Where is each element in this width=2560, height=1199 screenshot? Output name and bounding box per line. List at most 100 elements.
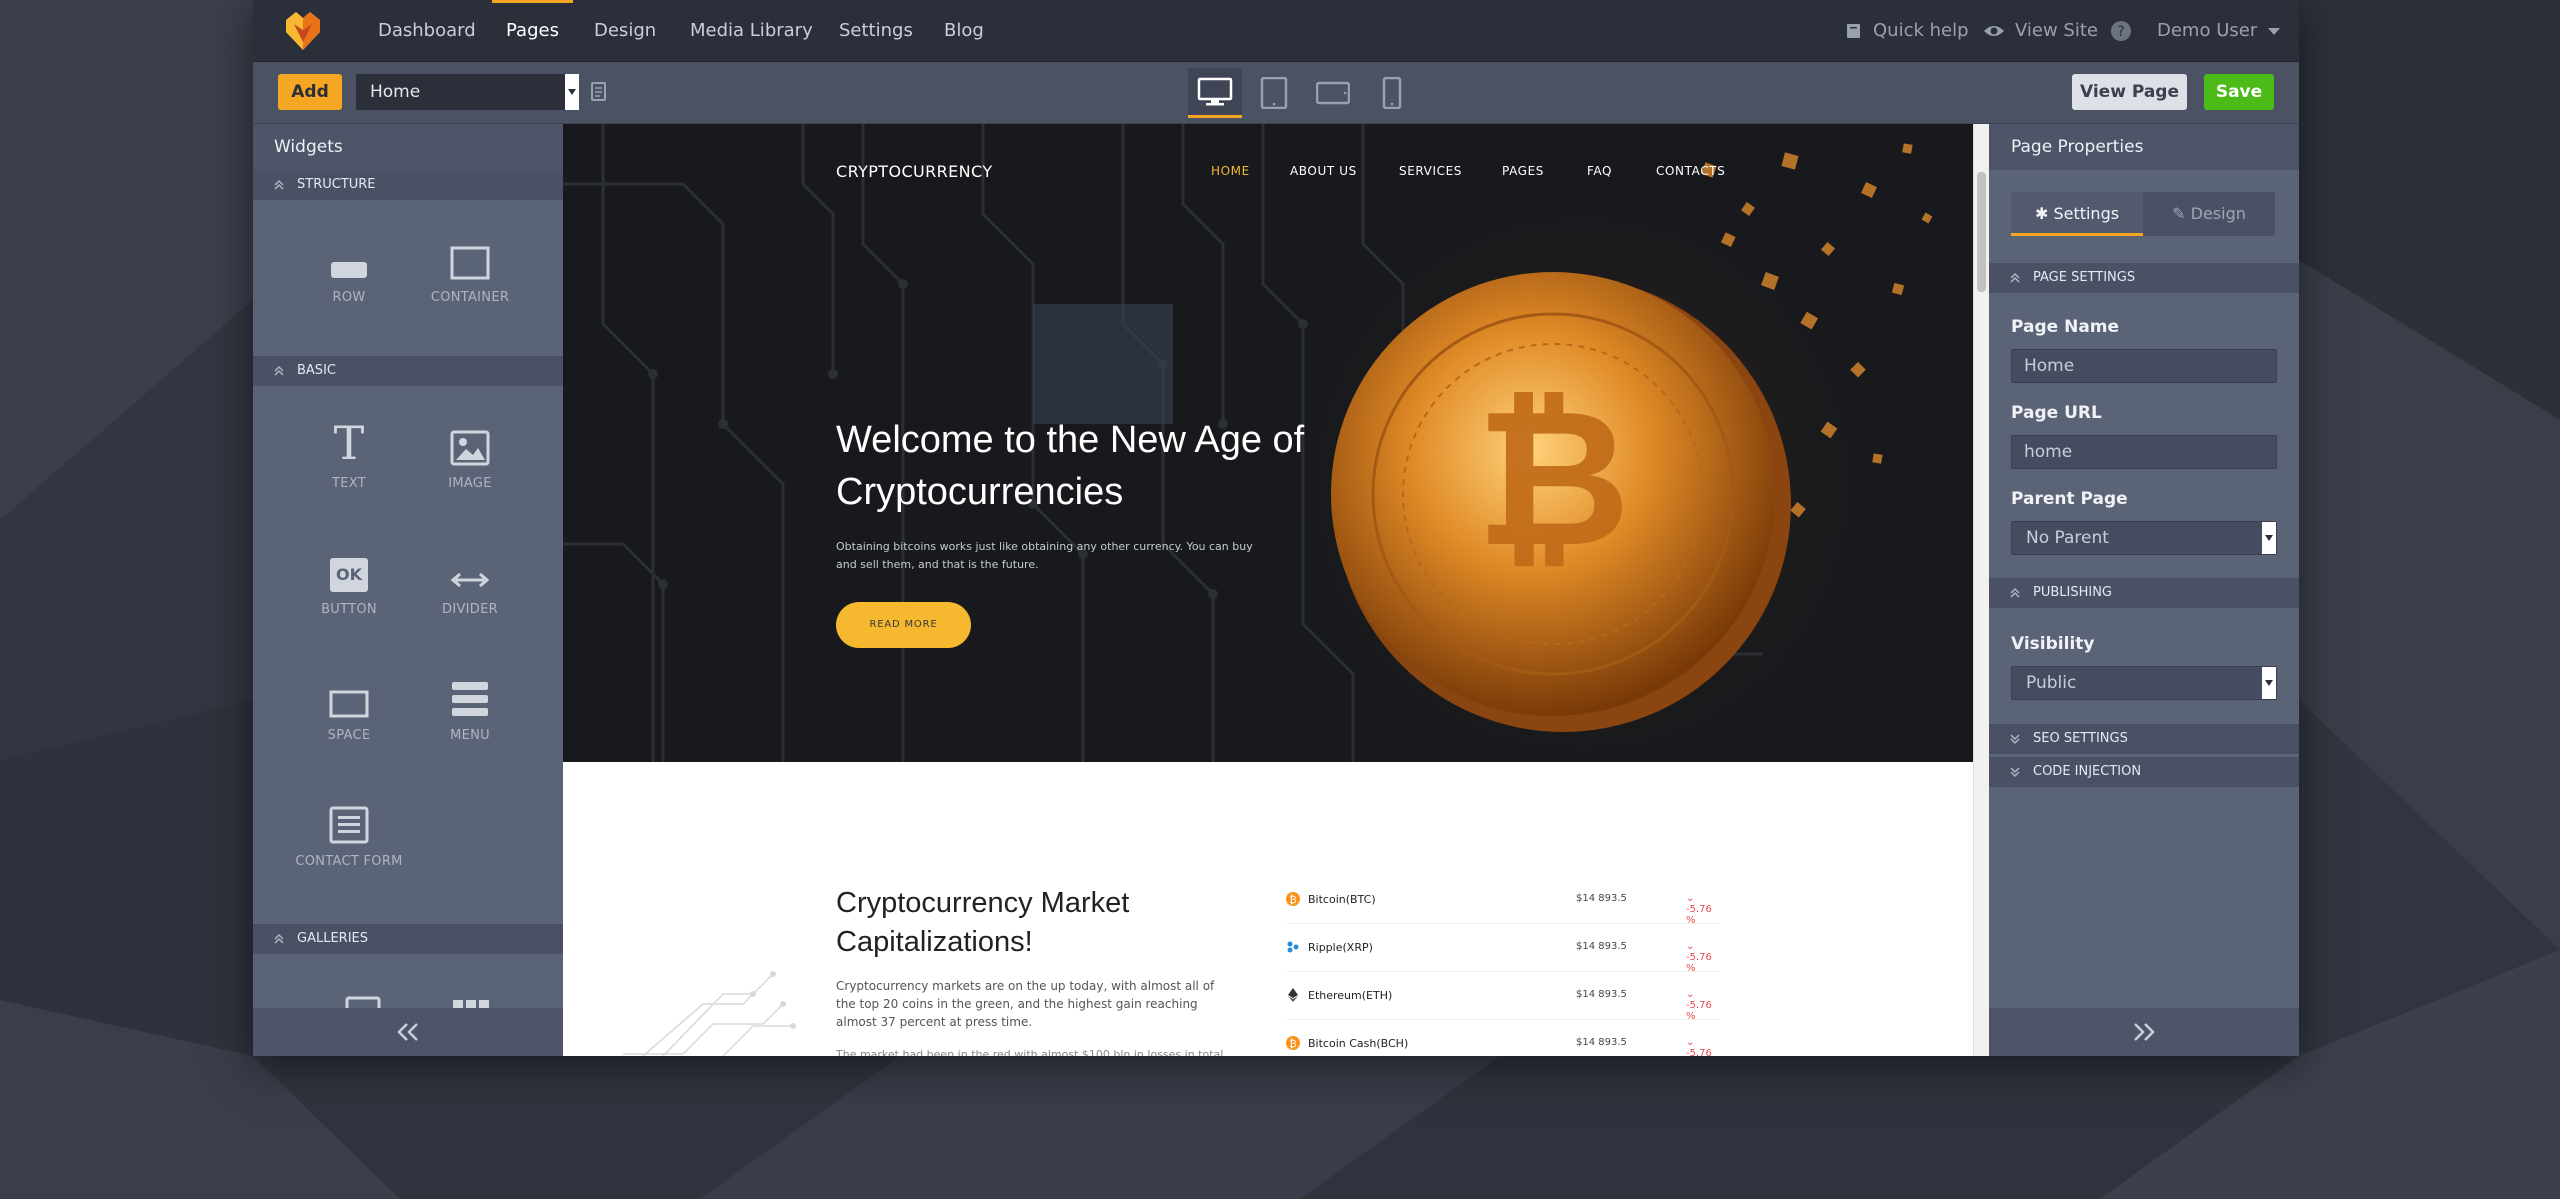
caret-down-icon bbox=[565, 74, 579, 110]
bitcoin-cash-icon: ₿ bbox=[1286, 1036, 1300, 1050]
widget-text[interactable]: T TEXT bbox=[290, 402, 408, 520]
user-menu[interactable]: Demo User bbox=[2157, 0, 2281, 62]
question-icon: ? bbox=[2111, 21, 2131, 41]
section-code-injection[interactable]: CODE INJECTION bbox=[1989, 757, 2299, 787]
desktop-view-button[interactable] bbox=[1188, 68, 1242, 118]
help-button[interactable]: ? bbox=[2110, 0, 2132, 62]
widget-image[interactable]: IMAGE bbox=[411, 402, 529, 520]
save-button[interactable]: Save bbox=[2204, 74, 2274, 110]
widget-row[interactable]: ROW bbox=[290, 216, 408, 334]
tablet-landscape-view-button[interactable] bbox=[1306, 68, 1360, 118]
page-name-input[interactable]: Home bbox=[2011, 349, 2277, 383]
coin-row[interactable]: ₿ Bitcoin(BTC) $14 893.5 ⌄ -5.76 % bbox=[1286, 876, 1718, 926]
coin-row[interactable]: ₿ Bitcoin Cash(BCH) $14 893.5 ⌄ -5.76 % bbox=[1286, 1020, 1718, 1056]
canvas-scrollbar[interactable] bbox=[1973, 124, 1989, 1056]
hero-text[interactable]: Obtaining bitcoins works just like obtai… bbox=[836, 538, 1276, 574]
row-icon bbox=[331, 262, 367, 278]
space-icon bbox=[329, 690, 369, 718]
chevron-down-icon bbox=[2010, 767, 2020, 778]
widget-space-label: SPACE bbox=[327, 728, 371, 743]
nav-design[interactable]: Design bbox=[594, 0, 656, 62]
circuit-decoration-icon bbox=[623, 971, 796, 1056]
view-page-button[interactable]: View Page bbox=[2072, 74, 2187, 110]
book-icon bbox=[1847, 24, 1860, 38]
widget-divider[interactable]: DIVIDER bbox=[411, 528, 529, 646]
nav-pages[interactable]: Pages bbox=[492, 0, 573, 62]
hero-title[interactable]: Welcome to the New Age of Cryptocurrenci… bbox=[836, 414, 1316, 518]
page-select[interactable]: Home bbox=[356, 74, 579, 110]
site-nav-about[interactable]: ABOUT US bbox=[1290, 164, 1357, 178]
hero-section[interactable]: ₿ CRYPTOCURRENCY HOME ABOUT US SERVICES … bbox=[563, 124, 1973, 762]
widgets-panel: Widgets STRUCTURE ROW CONTAINER BASIC T … bbox=[253, 124, 563, 1056]
widget-space[interactable]: SPACE bbox=[290, 654, 408, 772]
section-galleries[interactable]: GALLERIES bbox=[253, 924, 563, 954]
grid-gallery-icon[interactable] bbox=[451, 998, 491, 1008]
nav-media-library[interactable]: Media Library bbox=[690, 0, 813, 62]
coin-name: Ripple(XRP) bbox=[1308, 941, 1373, 954]
image-icon bbox=[450, 430, 490, 466]
scrollbar-thumb[interactable] bbox=[1977, 172, 1986, 292]
button-icon: OK bbox=[330, 558, 368, 592]
widget-menu-label: MENU bbox=[450, 728, 490, 743]
site-nav-pages[interactable]: PAGES bbox=[1502, 164, 1544, 178]
page-copy-icon[interactable] bbox=[589, 81, 609, 103]
properties-tabs-area: ✱ Settings ✎ Design bbox=[1989, 170, 2299, 258]
tab-design[interactable]: ✎ Design bbox=[2143, 192, 2275, 236]
eye-icon bbox=[1984, 26, 2004, 36]
chevron-up-icon bbox=[2010, 272, 2020, 283]
svg-text:₿: ₿ bbox=[1476, 368, 1631, 589]
nav-dashboard[interactable]: Dashboard bbox=[378, 0, 476, 62]
page-properties-title: Page Properties bbox=[1989, 124, 2299, 170]
section-page-settings[interactable]: PAGE SETTINGS bbox=[1989, 263, 2299, 293]
site-nav-home[interactable]: HOME bbox=[1211, 164, 1250, 178]
widget-menu[interactable]: MENU bbox=[411, 654, 529, 772]
quick-help-link[interactable]: Quick help bbox=[1845, 0, 1969, 62]
editor-toolbar: Add Home View Page Save bbox=[253, 62, 2299, 124]
site-nav-services[interactable]: SERVICES bbox=[1399, 164, 1462, 178]
widget-contact-form[interactable]: CONTACT FORM bbox=[290, 780, 408, 898]
collapse-left-panel-button[interactable] bbox=[253, 1008, 563, 1056]
page-preview-canvas[interactable]: ₿ CRYPTOCURRENCY HOME ABOUT US SERVICES … bbox=[563, 124, 1989, 1056]
coin-price: $14 893.5 bbox=[1576, 893, 1627, 904]
section-structure-label: STRUCTURE bbox=[297, 177, 376, 192]
mobile-view-button[interactable] bbox=[1365, 68, 1419, 118]
section-basic[interactable]: BASIC bbox=[253, 356, 563, 386]
svg-text:₿: ₿ bbox=[1289, 894, 1296, 906]
site-brand[interactable]: CRYPTOCURRENCY bbox=[836, 162, 993, 181]
coin-price: $14 893.5 bbox=[1576, 1037, 1627, 1048]
read-more-button[interactable]: READ MORE bbox=[836, 602, 971, 648]
brush-icon: ✎ bbox=[2172, 204, 2191, 223]
widget-contact-form-label: CONTACT FORM bbox=[295, 854, 403, 869]
collapse-right-panel-button[interactable] bbox=[1989, 1008, 2299, 1056]
logo-icon[interactable] bbox=[280, 8, 326, 54]
section-structure[interactable]: STRUCTURE bbox=[253, 170, 563, 200]
visibility-select[interactable]: Public bbox=[2011, 666, 2277, 700]
page-url-input[interactable]: home bbox=[2011, 435, 2277, 469]
mobile-icon bbox=[1382, 77, 1402, 109]
coin-row[interactable]: Ripple(XRP) $14 893.5 ⌄ -5.76 % bbox=[1286, 924, 1718, 974]
coin-row[interactable]: Ethereum(ETH) $14 893.5 ⌄ -5.76 % bbox=[1286, 972, 1718, 1022]
tab-settings[interactable]: ✱ Settings bbox=[2011, 192, 2143, 236]
parent-page-select[interactable]: No Parent bbox=[2011, 521, 2277, 555]
section-basic-label: BASIC bbox=[297, 363, 336, 378]
site-nav-faq[interactable]: FAQ bbox=[1587, 164, 1612, 178]
add-button[interactable]: Add bbox=[278, 74, 342, 110]
market-text-secondary[interactable]: The market had been in the red with almo… bbox=[836, 1046, 1236, 1056]
view-site-link[interactable]: View Site bbox=[1983, 0, 2098, 62]
section-seo-settings[interactable]: SEO SETTINGS bbox=[1989, 724, 2299, 754]
widget-container[interactable]: CONTAINER bbox=[411, 216, 529, 334]
nav-blog[interactable]: Blog bbox=[944, 0, 984, 62]
coin-change: ⌄ -5.76 % bbox=[1686, 1037, 1712, 1056]
nav-settings[interactable]: Settings bbox=[839, 0, 913, 62]
widgets-title: Widgets bbox=[253, 124, 563, 170]
widget-button[interactable]: OK BUTTON bbox=[290, 528, 408, 646]
market-text[interactable]: Cryptocurrency markets are on the up tod… bbox=[836, 977, 1236, 1031]
user-name: Demo User bbox=[2157, 20, 2258, 41]
section-publishing[interactable]: PUBLISHING bbox=[1989, 578, 2299, 608]
site-nav-contacts[interactable]: CONTACTS bbox=[1656, 164, 1725, 178]
gallery-icon[interactable] bbox=[345, 996, 381, 1008]
tablet-view-button[interactable] bbox=[1247, 68, 1301, 118]
chevron-up-icon bbox=[274, 365, 284, 376]
properties-tabs: ✱ Settings ✎ Design bbox=[2011, 192, 2275, 236]
market-title[interactable]: Cryptocurrency Market Capitalizations! bbox=[836, 884, 1256, 962]
